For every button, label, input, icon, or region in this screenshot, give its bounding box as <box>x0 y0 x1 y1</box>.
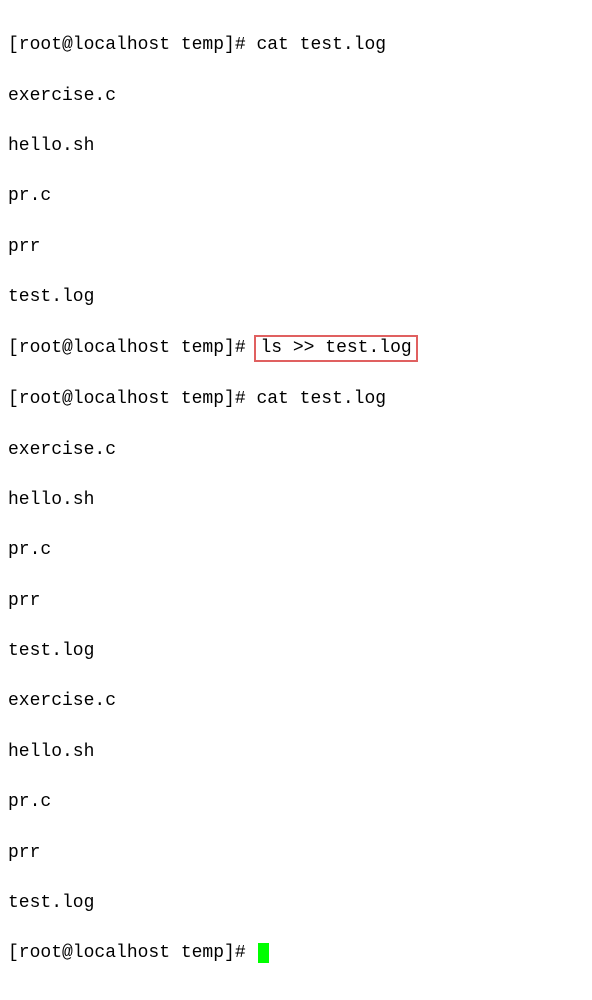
terminal-output: [root@localhost temp]# cat test.log exer… <box>8 8 584 992</box>
output-line: prr <box>8 589 584 614</box>
output-line: prr <box>8 235 584 260</box>
shell-prompt: [root@localhost temp]# <box>8 35 256 55</box>
prompt-line: [root@localhost temp]# cat test.log <box>8 33 584 58</box>
output-line: hello.sh <box>8 740 584 765</box>
output-line: pr.c <box>8 184 584 209</box>
output-line: pr.c <box>8 538 584 563</box>
output-line: test.log <box>8 891 584 916</box>
command-text: cat test.log <box>256 35 386 55</box>
output-line: exercise.c <box>8 438 584 463</box>
shell-prompt: [root@localhost temp]# <box>8 943 256 963</box>
output-line: exercise.c <box>8 689 584 714</box>
highlight-box: ls >> test.log <box>254 335 417 362</box>
cursor-block <box>258 943 269 963</box>
shell-prompt: [root@localhost temp]# <box>8 389 256 409</box>
prompt-line: [root@localhost temp]# ls >> test.log <box>8 335 584 362</box>
output-line: pr.c <box>8 790 584 815</box>
prompt-line: [root@localhost temp]# cat test.log <box>8 387 584 412</box>
command-text: cat test.log <box>256 389 386 409</box>
output-line: test.log <box>8 285 584 310</box>
output-line: exercise.c <box>8 84 584 109</box>
shell-prompt: [root@localhost temp]# <box>8 338 256 358</box>
output-line: test.log <box>8 639 584 664</box>
output-line: hello.sh <box>8 488 584 513</box>
output-line: hello.sh <box>8 134 584 159</box>
prompt-line[interactable]: [root@localhost temp]# <box>8 941 584 966</box>
output-line: prr <box>8 841 584 866</box>
command-text: ls >> test.log <box>260 338 411 358</box>
